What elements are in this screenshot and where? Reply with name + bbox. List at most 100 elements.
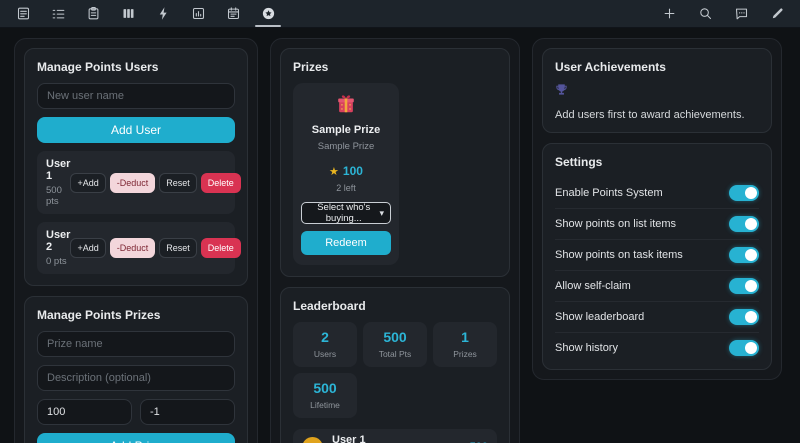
calendar-icon	[227, 7, 239, 20]
leaderboard-stats: 2 Users 500 Total Pts 1 Prizes 500 Lifet…	[293, 322, 497, 418]
panel-title: Prizes	[293, 60, 329, 74]
manage-prizes-card: Manage Points Prizes Add Prize Sample Pr…	[24, 296, 248, 443]
leaderboard-user-name: User 1	[332, 434, 366, 443]
settings-column: User Achievements Add users first to awa…	[532, 38, 782, 380]
new-user-input[interactable]	[37, 83, 235, 109]
settings-panel: Settings Enable Points System Show point…	[542, 143, 772, 370]
prize-stock-input[interactable]	[140, 399, 235, 425]
search-button[interactable]	[694, 0, 716, 27]
tab-chart[interactable]	[187, 0, 209, 27]
setting-row: Show points on task items	[555, 240, 759, 271]
comments-button[interactable]	[730, 0, 752, 27]
delete-user-button[interactable]: Delete	[200, 172, 241, 193]
tab-points-active[interactable]	[255, 0, 281, 27]
add-points-button[interactable]: +Add	[70, 238, 106, 258]
add-prize-button[interactable]: Add Prize	[37, 433, 235, 443]
deduct-points-button[interactable]: -Deduct	[109, 172, 156, 193]
redeem-button[interactable]: Redeem	[301, 231, 391, 255]
user-points: 500 pts	[46, 185, 62, 207]
top-toolbar	[0, 0, 800, 28]
manage-column: Manage Points Users Add User User 1 500 …	[14, 38, 258, 443]
board-columns-icon	[123, 9, 133, 18]
user-name: User 2	[46, 229, 71, 253]
setting-row: Show leaderboard	[555, 302, 759, 333]
bolt-icon	[159, 7, 167, 20]
enable-points-toggle[interactable]	[729, 185, 759, 201]
tab-calendar[interactable]	[222, 0, 244, 27]
add-points-button[interactable]: +Add	[70, 172, 106, 193]
prize-description: Sample Prize	[317, 141, 375, 152]
panel-title: User Achievements	[555, 60, 666, 74]
add-user-button[interactable]: Add User	[37, 117, 235, 143]
buyer-select-label: Select who's buying...	[317, 202, 371, 224]
setting-row: Allow self-claim	[555, 271, 759, 302]
stat-lifetime: 500 Lifetime	[293, 373, 357, 418]
tab-automation[interactable]	[152, 0, 174, 27]
leaderboard-panel: Leaderboard 2 Users 500 Total Pts 1 Priz…	[280, 287, 510, 443]
panel-title: Settings	[555, 155, 603, 169]
stat-total-pts: 500 Total Pts	[363, 322, 427, 367]
setting-row: Show history	[555, 333, 759, 358]
show-points-list-toggle[interactable]	[729, 216, 759, 232]
setting-row: Show points on list items	[555, 209, 759, 240]
setting-label: Show points on list items	[555, 218, 677, 230]
manage-users-card: Manage Points Users Add User User 1 500 …	[24, 48, 248, 286]
allow-self-claim-toggle[interactable]	[729, 278, 759, 294]
user-achievements-panel: User Achievements Add users first to awa…	[542, 48, 772, 133]
setting-label: Enable Points System	[555, 187, 663, 199]
store-column: Prizes Sample Prize Sample Prize ★ 100 2…	[270, 38, 520, 443]
reset-points-button[interactable]: Reset	[159, 238, 197, 258]
deduct-points-button[interactable]: -Deduct	[109, 238, 156, 258]
gift-icon	[338, 95, 354, 113]
tab-checklist[interactable]	[47, 0, 69, 27]
achievements-empty-text: Add users first to award achievements.	[555, 109, 745, 121]
trophy-icon	[556, 84, 567, 95]
card-title: Manage Points Prizes	[37, 308, 161, 322]
prize-stock: 2 left	[336, 183, 356, 193]
reset-points-button[interactable]: Reset	[159, 172, 197, 193]
user-name: User 1	[46, 158, 71, 182]
tab-board[interactable]	[117, 0, 139, 27]
points-board: Manage Points Users Add User User 1 500 …	[0, 28, 800, 443]
prize-description-input[interactable]	[37, 365, 235, 391]
user-row: User 1 500 pts +Add -Deduct Reset Delete	[37, 151, 241, 214]
search-icon	[699, 8, 711, 20]
show-points-task-toggle[interactable]	[729, 247, 759, 263]
show-history-toggle[interactable]	[729, 340, 759, 356]
setting-row: Enable Points System	[555, 178, 759, 209]
plus-icon	[664, 8, 674, 19]
active-tab-indicator	[255, 25, 281, 27]
prize-cost: 100	[342, 164, 363, 178]
user-row: User 2 0 pts +Add -Deduct Reset Delete	[37, 222, 241, 274]
checklist-icon	[52, 9, 64, 19]
tab-document[interactable]	[12, 0, 34, 27]
document-icon	[17, 7, 29, 20]
rank-avatar: 1	[302, 436, 323, 443]
toolbar-actions	[658, 0, 788, 27]
user-points: 0 pts	[46, 256, 67, 267]
tab-clipboard[interactable]	[82, 0, 104, 27]
prizes-panel: Prizes Sample Prize Sample Prize ★ 100 2…	[280, 48, 510, 277]
show-leaderboard-toggle[interactable]	[729, 309, 759, 325]
clipboard-icon	[88, 7, 98, 20]
delete-user-button[interactable]: Delete	[200, 238, 241, 258]
setting-label: Show history	[555, 342, 618, 354]
prize-cost-input[interactable]	[37, 399, 132, 425]
leaderboard-row: 1 User 1 Lifetime: 500 pts ★ 500	[293, 429, 497, 443]
toolbar-tabs	[12, 0, 281, 27]
panel-title: Leaderboard	[293, 299, 366, 313]
comment-icon	[735, 8, 747, 20]
setting-label: Show points on task items	[555, 249, 683, 261]
chevron-down-icon: ▾	[379, 207, 384, 218]
setting-label: Allow self-claim	[555, 280, 631, 292]
chart-icon	[192, 7, 204, 20]
star-icon: ★	[329, 165, 339, 178]
buyer-select[interactable]: Select who's buying... ▾	[301, 202, 391, 224]
card-title: Manage Points Users	[37, 60, 159, 74]
stat-users: 2 Users	[293, 322, 357, 367]
prize-name-input[interactable]	[37, 331, 235, 357]
edit-button[interactable]	[766, 0, 788, 27]
add-button[interactable]	[658, 0, 680, 27]
prize-name: Sample Prize	[311, 124, 381, 136]
prize-card: Sample Prize Sample Prize ★ 100 2 left S…	[293, 83, 399, 265]
